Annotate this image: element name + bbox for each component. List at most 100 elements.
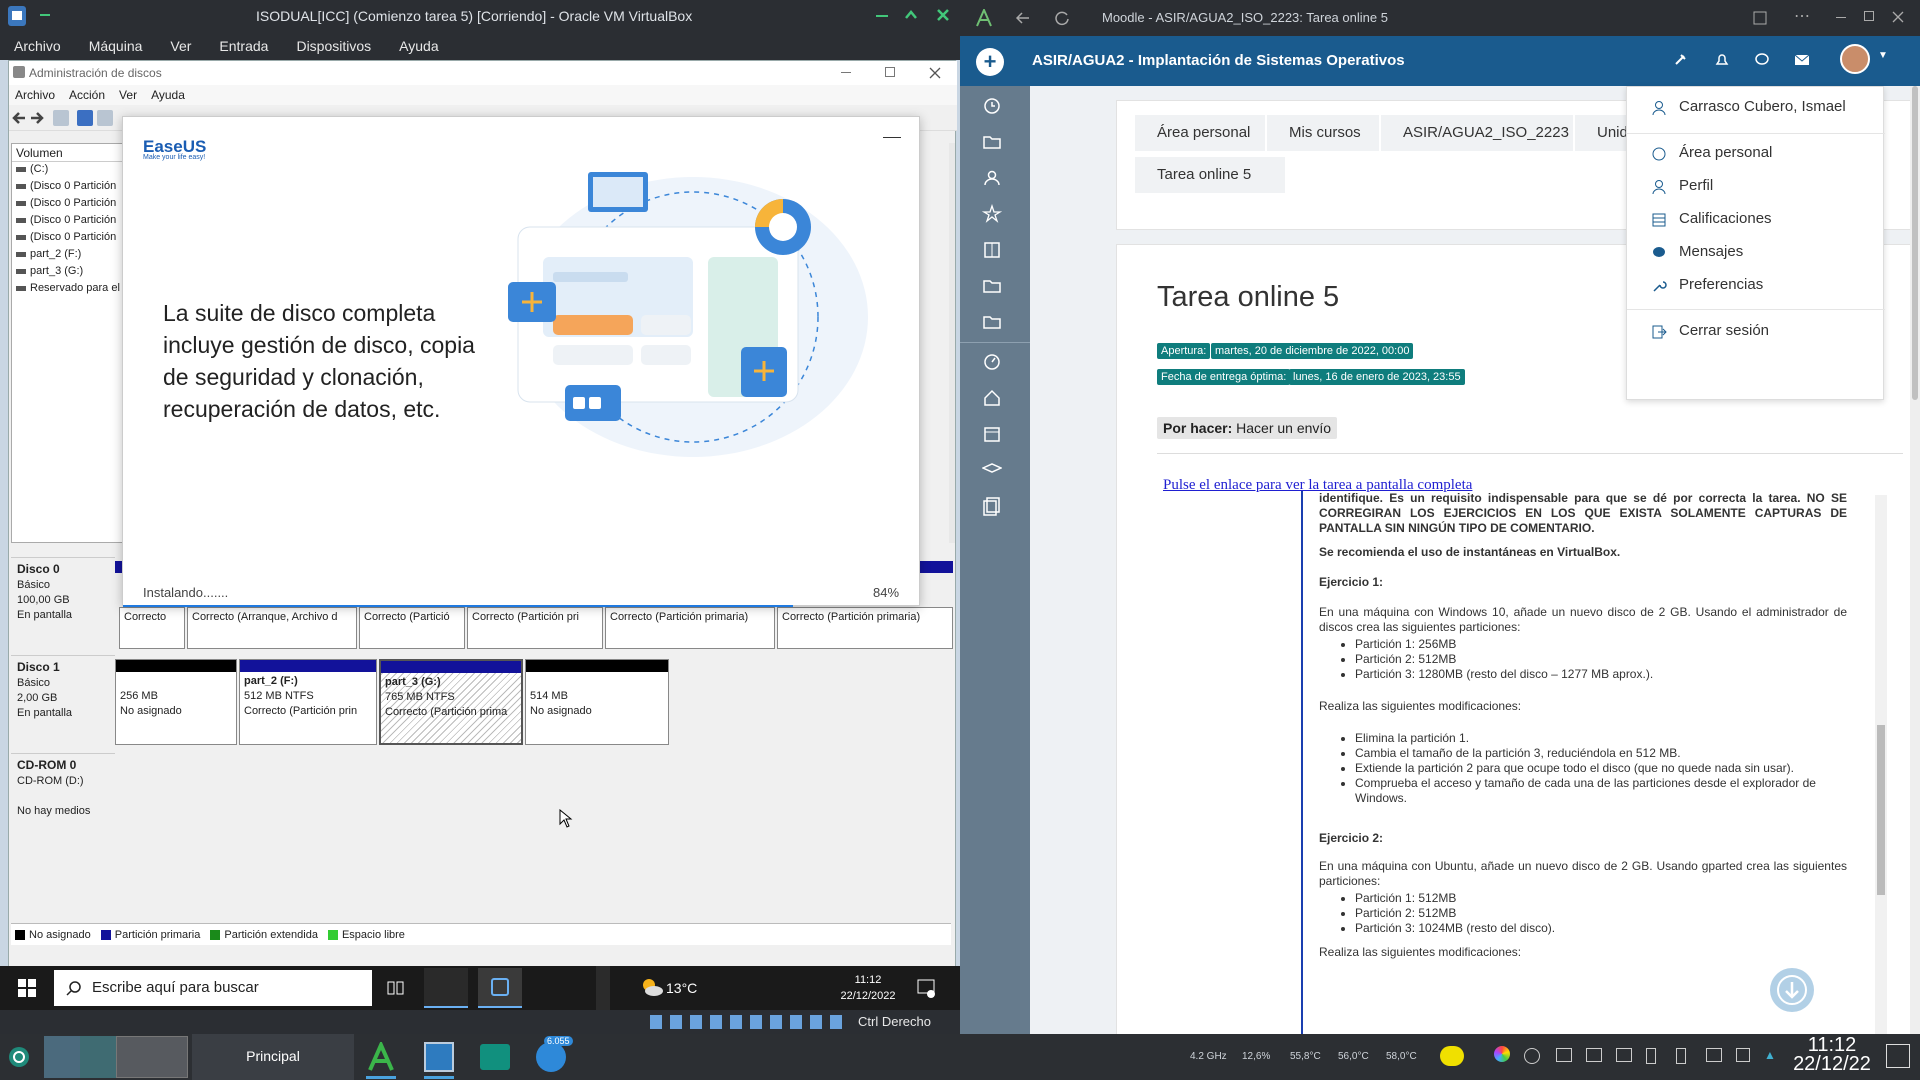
browser-close-icon[interactable] bbox=[1892, 11, 1904, 23]
workspace-thumb[interactable] bbox=[116, 1036, 188, 1078]
disk0-partition[interactable]: Correcto bbox=[119, 607, 185, 649]
browser-minimize-icon[interactable] bbox=[1836, 17, 1846, 18]
thunderbird-taskbar-icon[interactable] bbox=[536, 1042, 566, 1072]
dm-menu-accion[interactable]: Acción bbox=[63, 85, 113, 105]
menu-entrada[interactable]: Entrada bbox=[205, 32, 282, 60]
task-frame-scrollbar[interactable] bbox=[1875, 495, 1887, 1034]
bluetooth-icon[interactable] bbox=[1646, 1048, 1656, 1064]
dm-menu-ver[interactable]: Ver bbox=[113, 85, 145, 105]
home-icon[interactable] bbox=[982, 388, 1002, 408]
disk1-partition-unallocated[interactable]: 514 MB No asignado bbox=[525, 659, 669, 745]
workspace-thumb[interactable] bbox=[80, 1036, 116, 1078]
volume-item[interactable]: part_3 (G:) bbox=[12, 264, 128, 281]
menu-item-mensajes[interactable]: Mensajes bbox=[1627, 236, 1885, 270]
view-icon[interactable] bbox=[97, 110, 113, 126]
weather-icon[interactable] bbox=[1440, 1046, 1464, 1066]
back-arrow-icon[interactable] bbox=[1014, 10, 1030, 26]
volume-item[interactable]: (Disco 0 Partición bbox=[12, 179, 128, 196]
more-options-icon[interactable]: ⋯ bbox=[1794, 6, 1810, 26]
close-icon[interactable] bbox=[936, 8, 950, 22]
menu-item-user[interactable]: Carrasco Cubero, Ismael bbox=[1627, 91, 1885, 125]
guest-clock[interactable]: 11:12 22/12/2022 bbox=[838, 972, 898, 1004]
moodle-taskbar-icon[interactable] bbox=[366, 1042, 396, 1072]
disk0-partition[interactable]: Correcto (Partició bbox=[359, 607, 465, 649]
telegram-icon[interactable] bbox=[1556, 1048, 1572, 1062]
volume-item[interactable]: (Disco 0 Partición bbox=[12, 213, 128, 230]
course-title[interactable]: ASIR/AGUA2 - Implantación de Sistemas Op… bbox=[1032, 52, 1405, 69]
clock-icon[interactable] bbox=[982, 96, 1002, 116]
taskbar-app-easeus[interactable] bbox=[478, 968, 522, 1008]
folder-icon[interactable] bbox=[982, 312, 1002, 332]
dm-scrollbar[interactable] bbox=[949, 143, 955, 543]
reload-icon[interactable] bbox=[1054, 10, 1070, 26]
workspace-thumb[interactable] bbox=[44, 1036, 80, 1078]
minimize-icon[interactable] bbox=[876, 15, 888, 17]
menu-ver[interactable]: Ver bbox=[156, 32, 205, 60]
network-icon[interactable] bbox=[1616, 1048, 1632, 1062]
host-clock[interactable]: 11:12 22/12/22 bbox=[1782, 1035, 1882, 1074]
installer-minimize-icon[interactable] bbox=[883, 137, 901, 138]
notifications-icon[interactable] bbox=[916, 978, 936, 998]
volume-item[interactable]: part_2 (F:) bbox=[12, 247, 128, 264]
volume-item[interactable]: (Disco 0 Partición bbox=[12, 196, 128, 213]
volume-column-header[interactable]: Volumen bbox=[12, 144, 128, 162]
disk0-partition[interactable]: Correcto (Arranque, Archivo d bbox=[187, 607, 357, 649]
graduation-cap-icon[interactable] bbox=[982, 460, 1002, 480]
avatar[interactable] bbox=[1840, 44, 1870, 74]
menu-item-perfil[interactable]: Perfil bbox=[1627, 170, 1885, 204]
bell-icon[interactable] bbox=[1714, 52, 1730, 68]
dm-minimize-icon[interactable] bbox=[841, 72, 851, 73]
disk1-partition-unallocated[interactable]: 256 MB No asignado bbox=[115, 659, 237, 745]
taskbar-search-input[interactable]: Escribe aquí para buscar bbox=[54, 970, 372, 1006]
menu-item-preferencias[interactable]: Preferencias bbox=[1627, 269, 1885, 303]
browser-scrollbar[interactable] bbox=[1910, 86, 1920, 1034]
menu-maquina[interactable]: Máquina bbox=[75, 32, 157, 60]
windows-start-icon[interactable] bbox=[18, 979, 36, 997]
dm-restore-icon[interactable] bbox=[885, 67, 895, 77]
book-icon[interactable] bbox=[982, 240, 1002, 260]
chevron-down-icon[interactable]: ▼ bbox=[1878, 50, 1888, 61]
task-view-icon[interactable] bbox=[386, 978, 406, 998]
disk1-partition-part3[interactable]: part_3 (G:) 765 MB NTFS Correcto (Partició… bbox=[379, 659, 523, 745]
show-desktop-icon[interactable] bbox=[1886, 1044, 1910, 1068]
terminal-taskbar-icon[interactable] bbox=[480, 1044, 510, 1070]
add-icon[interactable]: + bbox=[976, 48, 1004, 76]
dm-close-icon[interactable] bbox=[929, 67, 941, 79]
dm-menu-archivo[interactable]: Archivo bbox=[9, 85, 63, 105]
mail-icon[interactable] bbox=[1794, 52, 1810, 68]
disk0-label[interactable]: Disco 0 Básico 100,00 GB En pantalla bbox=[11, 557, 115, 637]
taskbar-scroll[interactable] bbox=[596, 966, 610, 1010]
maximize-icon[interactable] bbox=[904, 8, 918, 22]
pause-icon[interactable] bbox=[1524, 1048, 1540, 1064]
volume-item[interactable]: Reservado para el bbox=[12, 281, 128, 298]
browser-maximize-icon[interactable] bbox=[1864, 11, 1874, 21]
folder-icon[interactable] bbox=[982, 276, 1002, 296]
help-icon[interactable] bbox=[77, 110, 93, 126]
taskbar-app-installer[interactable] bbox=[424, 968, 468, 1008]
disk1-label[interactable]: Disco 1 Básico 2,00 GB En pantalla bbox=[11, 655, 115, 747]
users-icon[interactable] bbox=[982, 168, 1002, 188]
display-icon[interactable] bbox=[1706, 1048, 1722, 1062]
pin-icon[interactable] bbox=[1672, 52, 1688, 68]
breadcrumb-tarea[interactable]: Tarea online 5 bbox=[1135, 157, 1285, 193]
menu-ayuda[interactable]: Ayuda bbox=[385, 32, 452, 60]
properties-icon[interactable] bbox=[53, 110, 69, 126]
color-picker-icon[interactable] bbox=[1494, 1046, 1510, 1062]
menu-item-calificaciones[interactable]: Calificaciones bbox=[1627, 203, 1885, 237]
screen-icon[interactable] bbox=[1586, 1048, 1602, 1062]
disk1-partition-part2[interactable]: part_2 (F:) 512 MB NTFS Correcto (Partició… bbox=[239, 659, 377, 745]
breadcrumb-course[interactable]: ASIR/AGUA2_ISO_2223 bbox=[1381, 115, 1573, 151]
pin-icon[interactable] bbox=[40, 14, 50, 16]
scroll-down-button[interactable] bbox=[1768, 966, 1816, 1014]
volume-item[interactable]: (C:) bbox=[12, 162, 128, 179]
menu-item-cerrar-sesion[interactable]: Cerrar sesión bbox=[1627, 315, 1885, 349]
chat-icon[interactable] bbox=[1754, 52, 1770, 68]
menu-archivo[interactable]: Archivo bbox=[0, 32, 75, 60]
cdrom-label[interactable]: CD-ROM 0 CD-ROM (D:) No hay medios bbox=[11, 753, 115, 845]
star-icon[interactable] bbox=[982, 204, 1002, 224]
battery-icon[interactable] bbox=[1676, 1048, 1686, 1064]
dashboard-icon[interactable] bbox=[982, 352, 1002, 372]
menu-dispositivos[interactable]: Dispositivos bbox=[282, 32, 385, 60]
volume-item[interactable]: (Disco 0 Partición bbox=[12, 230, 128, 247]
disk0-partition[interactable]: Correcto (Partición pri bbox=[467, 607, 603, 649]
